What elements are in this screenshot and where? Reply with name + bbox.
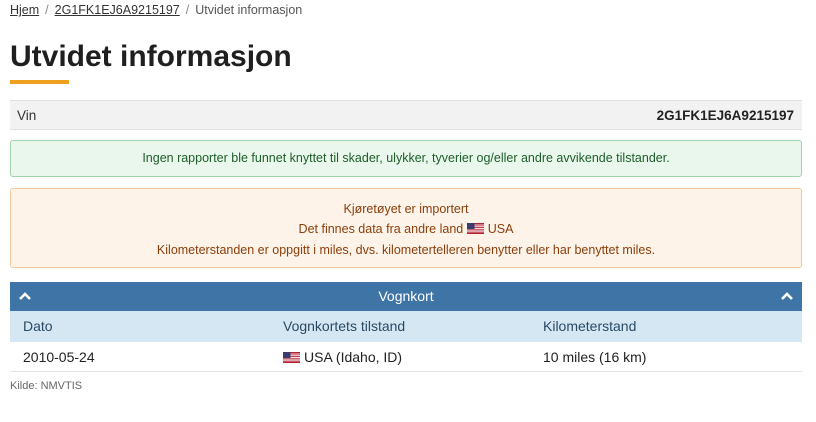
column-header-mileage: Kilometerstand [543,318,637,334]
row-state-text: USA (Idaho, ID) [304,349,403,365]
column-header-date: Dato [23,318,53,334]
us-flag-icon [466,223,484,234]
page: Hjem / 2G1FK1EJ6A9215197 / Utvidet informasj… [0,0,816,422]
chevron-up-icon[interactable] [779,288,795,304]
imported-notice: Kjøretøyet er importert [343,202,469,216]
vin-label: Vin [17,108,37,123]
breadcrumb: Hjem / 2G1FK1EJ6A9215197 / Utvidet informasj… [10,3,302,17]
row-date: 2010-05-24 [23,349,95,365]
foreign-data-text: Det finnes data fra andre land [298,222,464,236]
breadcrumb-current: Utvidet informasjon [195,3,303,17]
vin-row: Vin 2G1FK1EJ6A9215197 [10,100,802,130]
registration-panel-header[interactable]: Vognkort [10,282,802,311]
miles-notice: Kilometerstanden er oppgitt i miles, dvs… [156,243,656,257]
row-state: USA (Idaho, ID) [283,349,402,365]
title-underline [10,80,69,84]
column-header-state: Vognkortets tilstand [283,318,406,334]
page-title: Utvidet informasjon [10,40,292,73]
success-alert: Ingen rapporter ble funnet knyttet til s… [10,140,802,177]
registration-panel-title: Vognkort [378,288,434,304]
vin-value: 2G1FK1EJ6A9215197 [656,108,794,123]
foreign-data-notice: Det finnes data fra andre land USA [11,221,801,237]
breadcrumb-separator: / [45,3,49,17]
breadcrumb-vin-link[interactable]: 2G1FK1EJ6A9215197 [55,3,180,17]
import-warning-alert: Kjøretøyet er importert Det finnes data … [10,188,802,268]
foreign-country: USA [487,222,514,236]
source-note: Kilde: NMVTIS [10,380,83,392]
us-flag-icon [283,352,300,363]
row-mileage: 10 miles (16 km) [543,349,647,365]
registration-table-header: Dato Vognkortets tilstand Kilometerstand [10,311,802,342]
breadcrumb-home-link[interactable]: Hjem [10,3,39,17]
table-row: 2010-05-24 USA (Idaho, ID) 10 miles (16 … [10,342,802,372]
breadcrumb-separator: / [185,3,190,17]
